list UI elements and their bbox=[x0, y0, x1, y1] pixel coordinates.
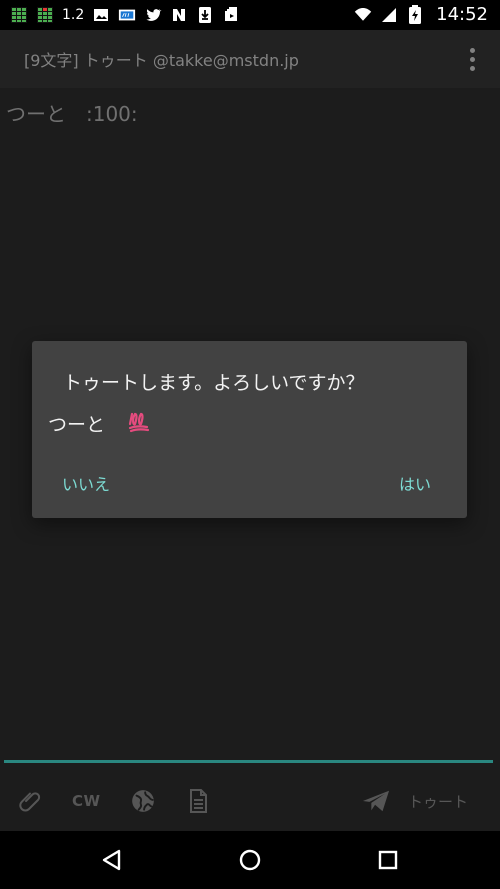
recents-icon[interactable] bbox=[376, 848, 400, 872]
notification-icon bbox=[170, 6, 188, 24]
cancel-button[interactable]: いいえ bbox=[62, 471, 110, 495]
dialog-message: つーと bbox=[48, 409, 151, 438]
battery-icon bbox=[406, 5, 424, 24]
navigation-bar bbox=[0, 831, 500, 889]
wifi-icon bbox=[354, 6, 372, 24]
status-time: 14:52 bbox=[436, 4, 488, 25]
signal-bars-icon-2 bbox=[36, 6, 54, 24]
download-icon bbox=[196, 6, 214, 24]
hundred-points-emoji bbox=[127, 410, 151, 439]
confirm-toot-dialog: トゥートします。よろしいですか？ つーと いいえ はい bbox=[32, 341, 467, 518]
status-left-icons: 1.2 bbox=[10, 6, 240, 24]
cellular-icon bbox=[380, 6, 398, 24]
network-speed: 1.2 bbox=[62, 7, 85, 23]
hundred-icon bbox=[118, 6, 136, 24]
twitter-icon bbox=[144, 6, 162, 24]
status-bar: 1.2 14:52 bbox=[0, 0, 500, 30]
dialog-title: トゥートします。よろしいですか？ bbox=[63, 372, 365, 394]
back-icon[interactable] bbox=[100, 848, 124, 872]
signal-bars-icon bbox=[10, 6, 28, 24]
status-right-icons: 14:52 bbox=[354, 4, 490, 25]
image-icon bbox=[92, 6, 110, 24]
image-stack-icon bbox=[222, 6, 240, 24]
home-icon[interactable] bbox=[238, 848, 262, 872]
dialog-message-text: つーと bbox=[48, 414, 106, 436]
confirm-button[interactable]: はい bbox=[399, 471, 431, 495]
dialog-actions: いいえ はい bbox=[32, 471, 467, 497]
app-screen: 1.2 14:52 [9文字] トゥート @takke@mstdn.jp つーと… bbox=[0, 0, 500, 889]
